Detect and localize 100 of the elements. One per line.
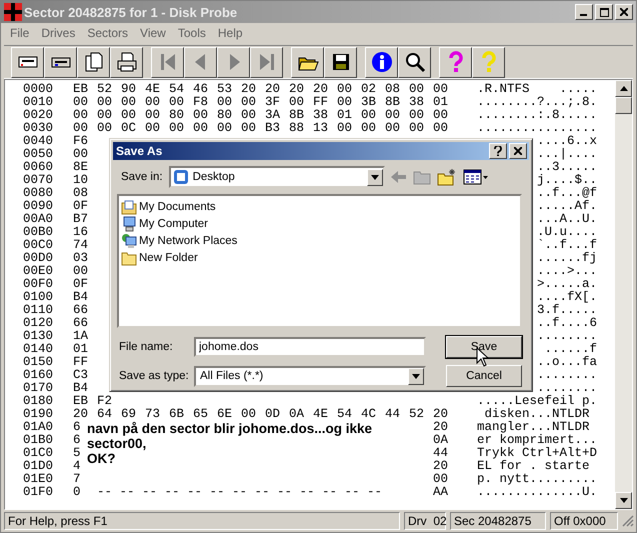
menu-item[interactable]: Help [212,26,249,40]
hex-byte: 00 [409,109,426,122]
hex-byte: 20 [433,408,450,421]
menu-item[interactable]: Drives [35,26,82,40]
close-button[interactable] [509,143,527,159]
offset-label: 00D0 [23,252,54,265]
save-button[interactable]: Save [446,336,522,358]
hex-byte: 54 [337,408,354,421]
cancel-button[interactable]: Cancel [446,365,522,387]
hex-byte: 00 [169,96,186,109]
save-in-dropdown[interactable]: Desktop [168,166,385,188]
file-list-item[interactable]: My Network Places [121,232,518,249]
toolbar-button[interactable] [184,46,217,78]
view-menu-icon[interactable] [462,169,489,185]
toolbar-button[interactable] [110,46,143,78]
minimize-button[interactable] [575,4,593,20]
hex-byte: 03 [73,252,90,265]
toolbar-button[interactable] [324,46,357,78]
close-icon [514,147,522,155]
hex-byte: F6 [73,135,90,148]
file-name-label: File name: [119,341,174,353]
file-name-field[interactable]: johome.dos [194,337,426,357]
toolbar-button[interactable] [77,46,110,78]
up-arrow-icon [620,86,628,91]
close-button[interactable] [615,4,633,20]
file-list-item[interactable]: New Folder [121,249,518,266]
hex-byte: 6E [217,408,234,421]
hex-byte: 08 [385,83,402,96]
menu-item[interactable]: File [4,26,36,40]
file-type-dropdown[interactable]: All Files (*.*) [194,366,426,386]
hex-byte: FF [73,356,90,369]
scroll-thumb[interactable] [615,97,632,114]
ascii-text: Trykk Ctrl+Alt+D [476,446,597,460]
maximize-icon [600,8,608,16]
hex-byte: 0C [121,122,138,135]
toolbar-button[interactable] [44,46,77,78]
hex-byte: 00 [193,122,210,135]
toolbar-button[interactable] [250,46,283,78]
ascii-text: ........:.8..... [476,108,597,122]
scrollbar[interactable] [615,80,632,509]
hex-byte: 8B [289,109,306,122]
offset-label: 00C0 [23,239,54,252]
ascii-text: ......f [544,342,597,356]
hex-byte: 4C [361,408,378,421]
ascii-text: ..3..... [536,160,597,174]
scroll-down-button[interactable] [615,492,632,509]
hex-byte: 00 [73,96,90,109]
menu-item[interactable]: Tools [172,26,212,40]
ascii-text: ....>... [536,264,597,278]
hex-byte: C3 [73,369,90,382]
ascii-text: mangler...NTLDR [476,420,590,434]
offset-label: 0140 [23,343,54,356]
hex-byte: 73 [145,408,162,421]
hex-byte: 88 [289,122,306,135]
offset-label: 0010 [23,96,54,109]
ascii-text: `..f...f [536,238,597,252]
ascii-text: .....Af. [536,199,597,213]
help-button[interactable] [489,143,507,159]
info-icon [370,51,392,73]
hex-byte: 00 [145,109,162,122]
toolbar-button[interactable] [398,46,431,78]
hex-byte: 01 [433,96,450,109]
hex-byte: 66 [73,304,90,317]
offset-label: 01F0 [23,486,54,499]
hex-byte: 00 [361,109,378,122]
offset-label: 0070 [23,174,54,187]
hex-byte: 00 [433,109,450,122]
menu-item[interactable]: Sectors [81,26,134,40]
toolbar-button[interactable] [365,46,398,78]
maximize-button[interactable] [595,4,613,20]
hex-byte: 00 [97,122,114,135]
toolbar-button[interactable] [472,46,505,78]
dropdown-button[interactable] [408,368,424,384]
ascii-text: ........ [536,329,597,343]
hex-byte: 0F [73,200,90,213]
dropdown-button[interactable] [366,168,383,186]
file-list-item[interactable]: My Computer [121,215,518,232]
hex-byte: 3F [265,96,282,109]
toolbar-button[interactable] [291,46,324,78]
hex-byte: 0F [73,278,90,291]
hex-byte: 38 [313,109,330,122]
menu-item[interactable]: View [134,26,172,40]
hex-byte: 00 [241,122,258,135]
toolbar-button[interactable] [217,46,250,78]
hex-byte: 00 [385,109,402,122]
toolbar-button[interactable] [439,46,472,78]
offset-label: 01C0 [23,447,54,460]
new-folder-icon[interactable] [436,168,457,186]
hex-byte: FF [313,96,330,109]
file-list-item[interactable]: My Documents [121,198,518,215]
computer-icon [121,216,137,232]
hex-byte: B3 [265,122,282,135]
toolbar-button[interactable] [151,46,184,78]
hex-byte: 00 [433,122,450,135]
toolbar-button[interactable] [11,46,44,78]
scroll-up-button[interactable] [615,80,632,97]
hex-byte: 02 [361,83,378,96]
hex-byte: 00 [169,122,186,135]
hex-byte: 6B [169,408,186,421]
hex-byte: 00 [121,96,138,109]
